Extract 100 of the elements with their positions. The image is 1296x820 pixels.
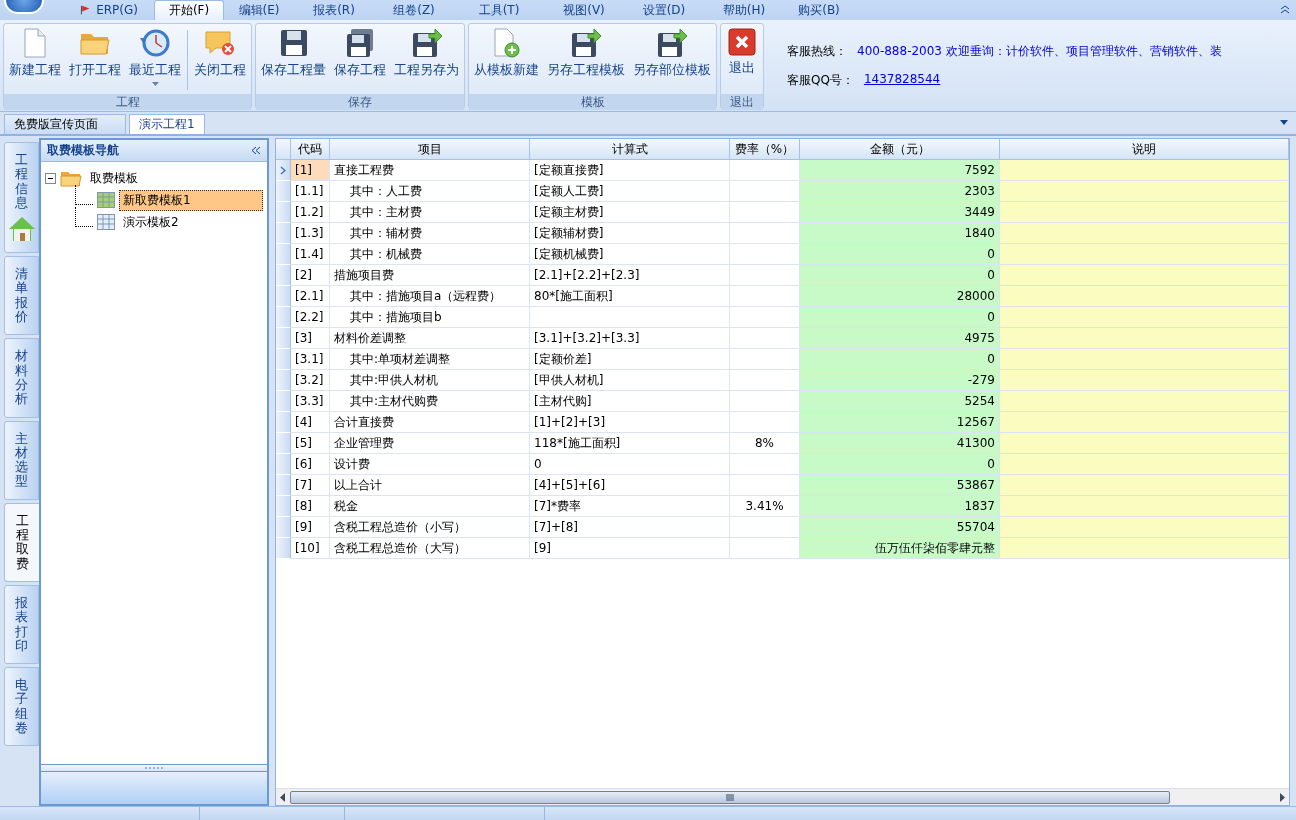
row-indicator[interactable] [276, 496, 291, 517]
row-indicator[interactable] [276, 286, 291, 307]
row-indicator[interactable] [276, 244, 291, 265]
menu-tab[interactable]: 购买(B) [784, 0, 854, 20]
ribbon-button[interactable]: 最近工程 [125, 26, 185, 94]
table-cell: 1837 [800, 496, 1000, 517]
menu-tab[interactable]: 帮助(H) [704, 0, 784, 20]
tree-item[interactable]: 新取费模板1 [119, 189, 263, 211]
menu-tab[interactable]: 设置(D) [624, 0, 704, 20]
row-indicator[interactable] [276, 391, 291, 412]
table-cell: 设计费 [330, 454, 530, 475]
column-header[interactable]: 计算式 [530, 139, 730, 160]
table-cell: [定额主材费] [530, 202, 730, 223]
table-cell: 118*[施工面积] [530, 433, 730, 454]
side-tab[interactable]: 报表打印 [4, 584, 39, 665]
menu-tab[interactable]: 视图(V) [544, 0, 624, 20]
table-cell [730, 391, 800, 412]
collapse-icon[interactable] [251, 146, 261, 155]
menu-tab[interactable]: ERP(G) [64, 0, 154, 20]
row-indicator[interactable] [276, 160, 291, 181]
table-cell [730, 412, 800, 433]
scroll-right-icon[interactable] [1278, 792, 1286, 802]
menu-tab[interactable]: 组卷(Z) [374, 0, 454, 20]
table-cell [730, 181, 800, 202]
current-row-icon [280, 165, 286, 175]
ribbon-button[interactable]: 另存部位模板 [629, 26, 715, 94]
ribbon-button[interactable]: 保存工程量 [257, 26, 330, 94]
table-cell: [定额辅材费] [530, 223, 730, 244]
row-indicator[interactable] [276, 181, 291, 202]
ribbon-button[interactable]: 新建工程 [5, 26, 65, 94]
row-indicator[interactable] [276, 412, 291, 433]
floppy-arrow-icon [656, 28, 688, 58]
table-cell: [7] [291, 475, 330, 496]
scroll-left-icon[interactable] [279, 792, 287, 802]
table-cell: 7592 [800, 160, 1000, 181]
close-icon [728, 28, 756, 56]
group-title: 退出 [721, 94, 763, 110]
row-indicator[interactable] [276, 433, 291, 454]
ribbon-button[interactable]: 工程另存为 [390, 26, 463, 94]
ribbon-button[interactable]: 保存工程 [330, 26, 390, 94]
row-indicator[interactable] [276, 454, 291, 475]
qq-link[interactable]: 1437828544 [863, 72, 941, 89]
row-indicator[interactable] [276, 307, 291, 328]
column-header[interactable]: 费率（%） [730, 139, 800, 160]
table-cell: [7]+[8] [530, 517, 730, 538]
menu-tab[interactable]: 报表(R) [294, 0, 374, 20]
document-tab[interactable]: 演示工程1 [129, 114, 205, 134]
message-close-icon [204, 28, 236, 58]
row-indicator[interactable] [276, 349, 291, 370]
row-indicator[interactable] [276, 370, 291, 391]
table-cell [730, 475, 800, 496]
ribbon-button[interactable]: 退出 [722, 26, 762, 94]
row-indicator[interactable] [276, 223, 291, 244]
row-indicator[interactable] [276, 328, 291, 349]
dropdown-icon[interactable] [1280, 120, 1288, 125]
table-cell [730, 202, 800, 223]
ribbon-button[interactable]: 从模板新建 [470, 26, 543, 94]
side-tab[interactable]: 材料分析 [4, 338, 39, 418]
row-indicator[interactable] [276, 475, 291, 496]
column-header[interactable]: 代码 [291, 139, 330, 160]
tree-item[interactable]: 演示模板2 [119, 211, 183, 233]
row-indicator[interactable] [276, 265, 291, 286]
ribbon-button[interactable]: 关闭工程 [190, 26, 250, 94]
menu-tab[interactable]: 开始(F) [154, 0, 224, 20]
app-menu-button[interactable] [4, 0, 44, 14]
tree-item[interactable]: 取费模板 [86, 167, 142, 189]
table-cell: [3.3] [291, 391, 330, 412]
column-header[interactable]: 说明 [1000, 139, 1289, 160]
row-indicator[interactable] [276, 517, 291, 538]
table-cell: 税金 [330, 496, 530, 517]
menu-tab[interactable]: 工具(T) [454, 0, 544, 20]
document-tab[interactable]: 免费版宣传页面 [4, 114, 126, 134]
table-icon [97, 192, 115, 208]
column-header[interactable]: 项目 [330, 139, 530, 160]
side-tab[interactable]: 电子组卷 [4, 667, 39, 747]
folder-icon [60, 169, 82, 187]
house-icon [7, 216, 36, 243]
collapse-ribbon-icon[interactable] [1280, 4, 1290, 14]
floppy-disks-icon [345, 28, 375, 58]
ribbon-button[interactable]: 另存工程模板 [543, 26, 629, 94]
column-header[interactable]: 金额（元） [800, 139, 1000, 160]
table-cell: 其中：措施项目a（远程费） [330, 286, 530, 307]
table-cell: 直接工程费 [330, 160, 530, 181]
side-tab[interactable]: 主材选型 [4, 420, 39, 500]
side-tab[interactable]: 工程信息 [4, 142, 39, 254]
table-cell: 28000 [800, 286, 1000, 307]
side-tab[interactable]: 工程取费 [4, 502, 40, 582]
table-cell [730, 160, 800, 181]
row-indicator[interactable] [276, 202, 291, 223]
ribbon-button[interactable]: 打开工程 [65, 26, 125, 94]
table-cell: [10] [291, 538, 330, 559]
floppy-arrow-icon [410, 28, 443, 58]
row-indicator[interactable] [276, 538, 291, 559]
scrollbar-thumb[interactable] [290, 790, 1170, 804]
splitter-handle[interactable] [41, 764, 267, 772]
document-icon [22, 28, 48, 58]
side-tab[interactable]: 清单报价 [4, 256, 39, 336]
menu-tab[interactable]: 编辑(E) [224, 0, 294, 20]
collapse-icon[interactable] [45, 172, 56, 184]
horizontal-scrollbar[interactable] [276, 788, 1289, 805]
